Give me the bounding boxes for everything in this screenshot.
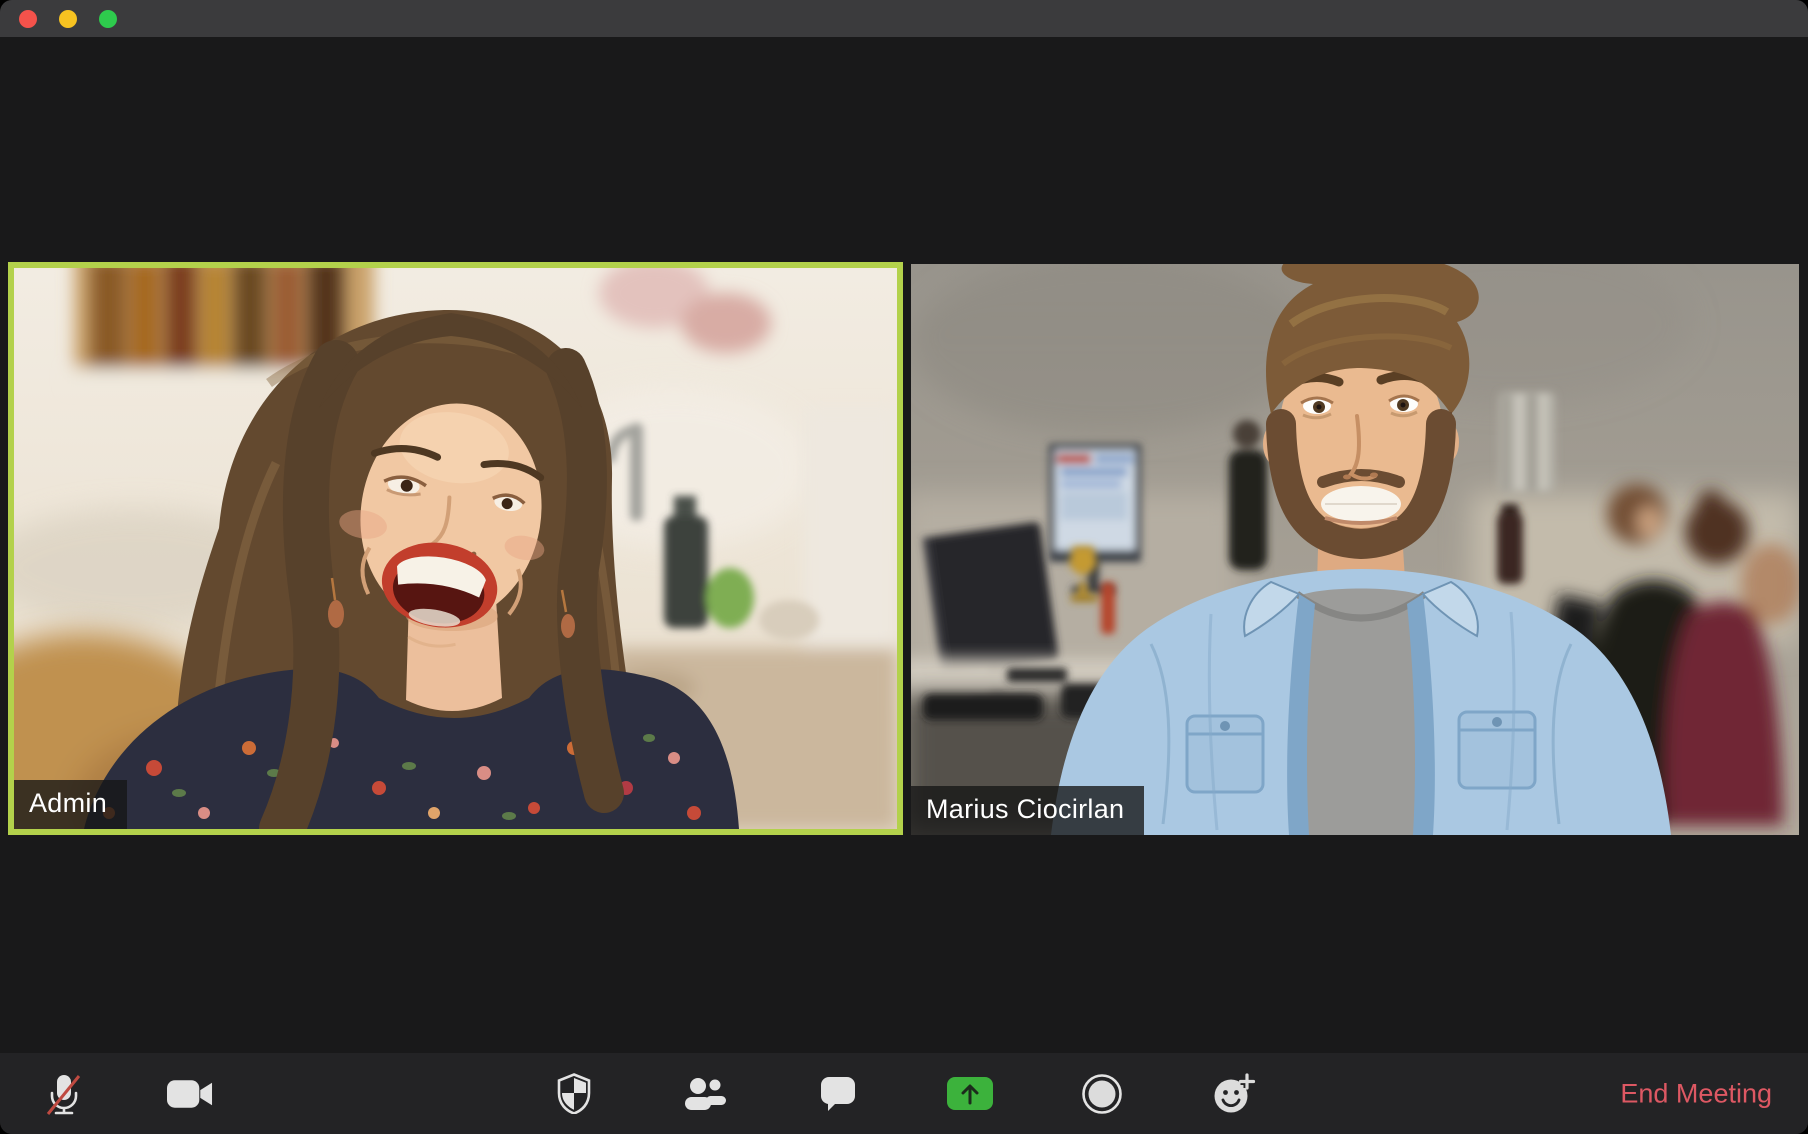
video-tile-admin[interactable]: Admin (8, 262, 903, 835)
meeting-toolbar: End Meeting (0, 1053, 1808, 1134)
share-screen-icon (957, 1081, 983, 1107)
participant-name-label: Admin (14, 780, 127, 829)
minimize-window-button[interactable] (59, 10, 77, 28)
record-button[interactable] (1079, 1071, 1125, 1117)
meeting-window: Admin (0, 0, 1808, 1134)
toolbar-left-group (41, 1071, 213, 1117)
video-camera-icon (167, 1078, 213, 1110)
participant-name: Marius Ciocirlan (926, 794, 1124, 824)
marius-video-feed (911, 264, 1799, 835)
security-button[interactable] (551, 1071, 597, 1117)
participants-icon (684, 1075, 729, 1112)
shield-icon (556, 1073, 592, 1114)
video-button[interactable] (167, 1071, 213, 1117)
toolbar-center-group (551, 1071, 1257, 1117)
close-window-button[interactable] (19, 10, 37, 28)
share-screen-pill (947, 1077, 993, 1110)
chat-bubble-icon (819, 1075, 857, 1112)
reactions-icon (1211, 1073, 1257, 1115)
share-screen-button[interactable] (947, 1071, 993, 1117)
microphone-muted-icon (44, 1071, 84, 1117)
chat-button[interactable] (815, 1071, 861, 1117)
mute-button[interactable] (41, 1071, 87, 1117)
video-tile-marius[interactable]: Marius Ciocirlan (911, 264, 1799, 835)
admin-video-feed (14, 268, 897, 829)
window-titlebar (0, 0, 1808, 37)
record-icon (1081, 1073, 1123, 1115)
participant-name-label: Marius Ciocirlan (911, 786, 1144, 835)
participants-button[interactable] (683, 1071, 729, 1117)
zoom-window-button[interactable] (99, 10, 117, 28)
reactions-button[interactable] (1211, 1071, 1257, 1117)
participant-name: Admin (29, 788, 107, 818)
end-meeting-button[interactable]: End Meeting (1618, 1074, 1774, 1113)
